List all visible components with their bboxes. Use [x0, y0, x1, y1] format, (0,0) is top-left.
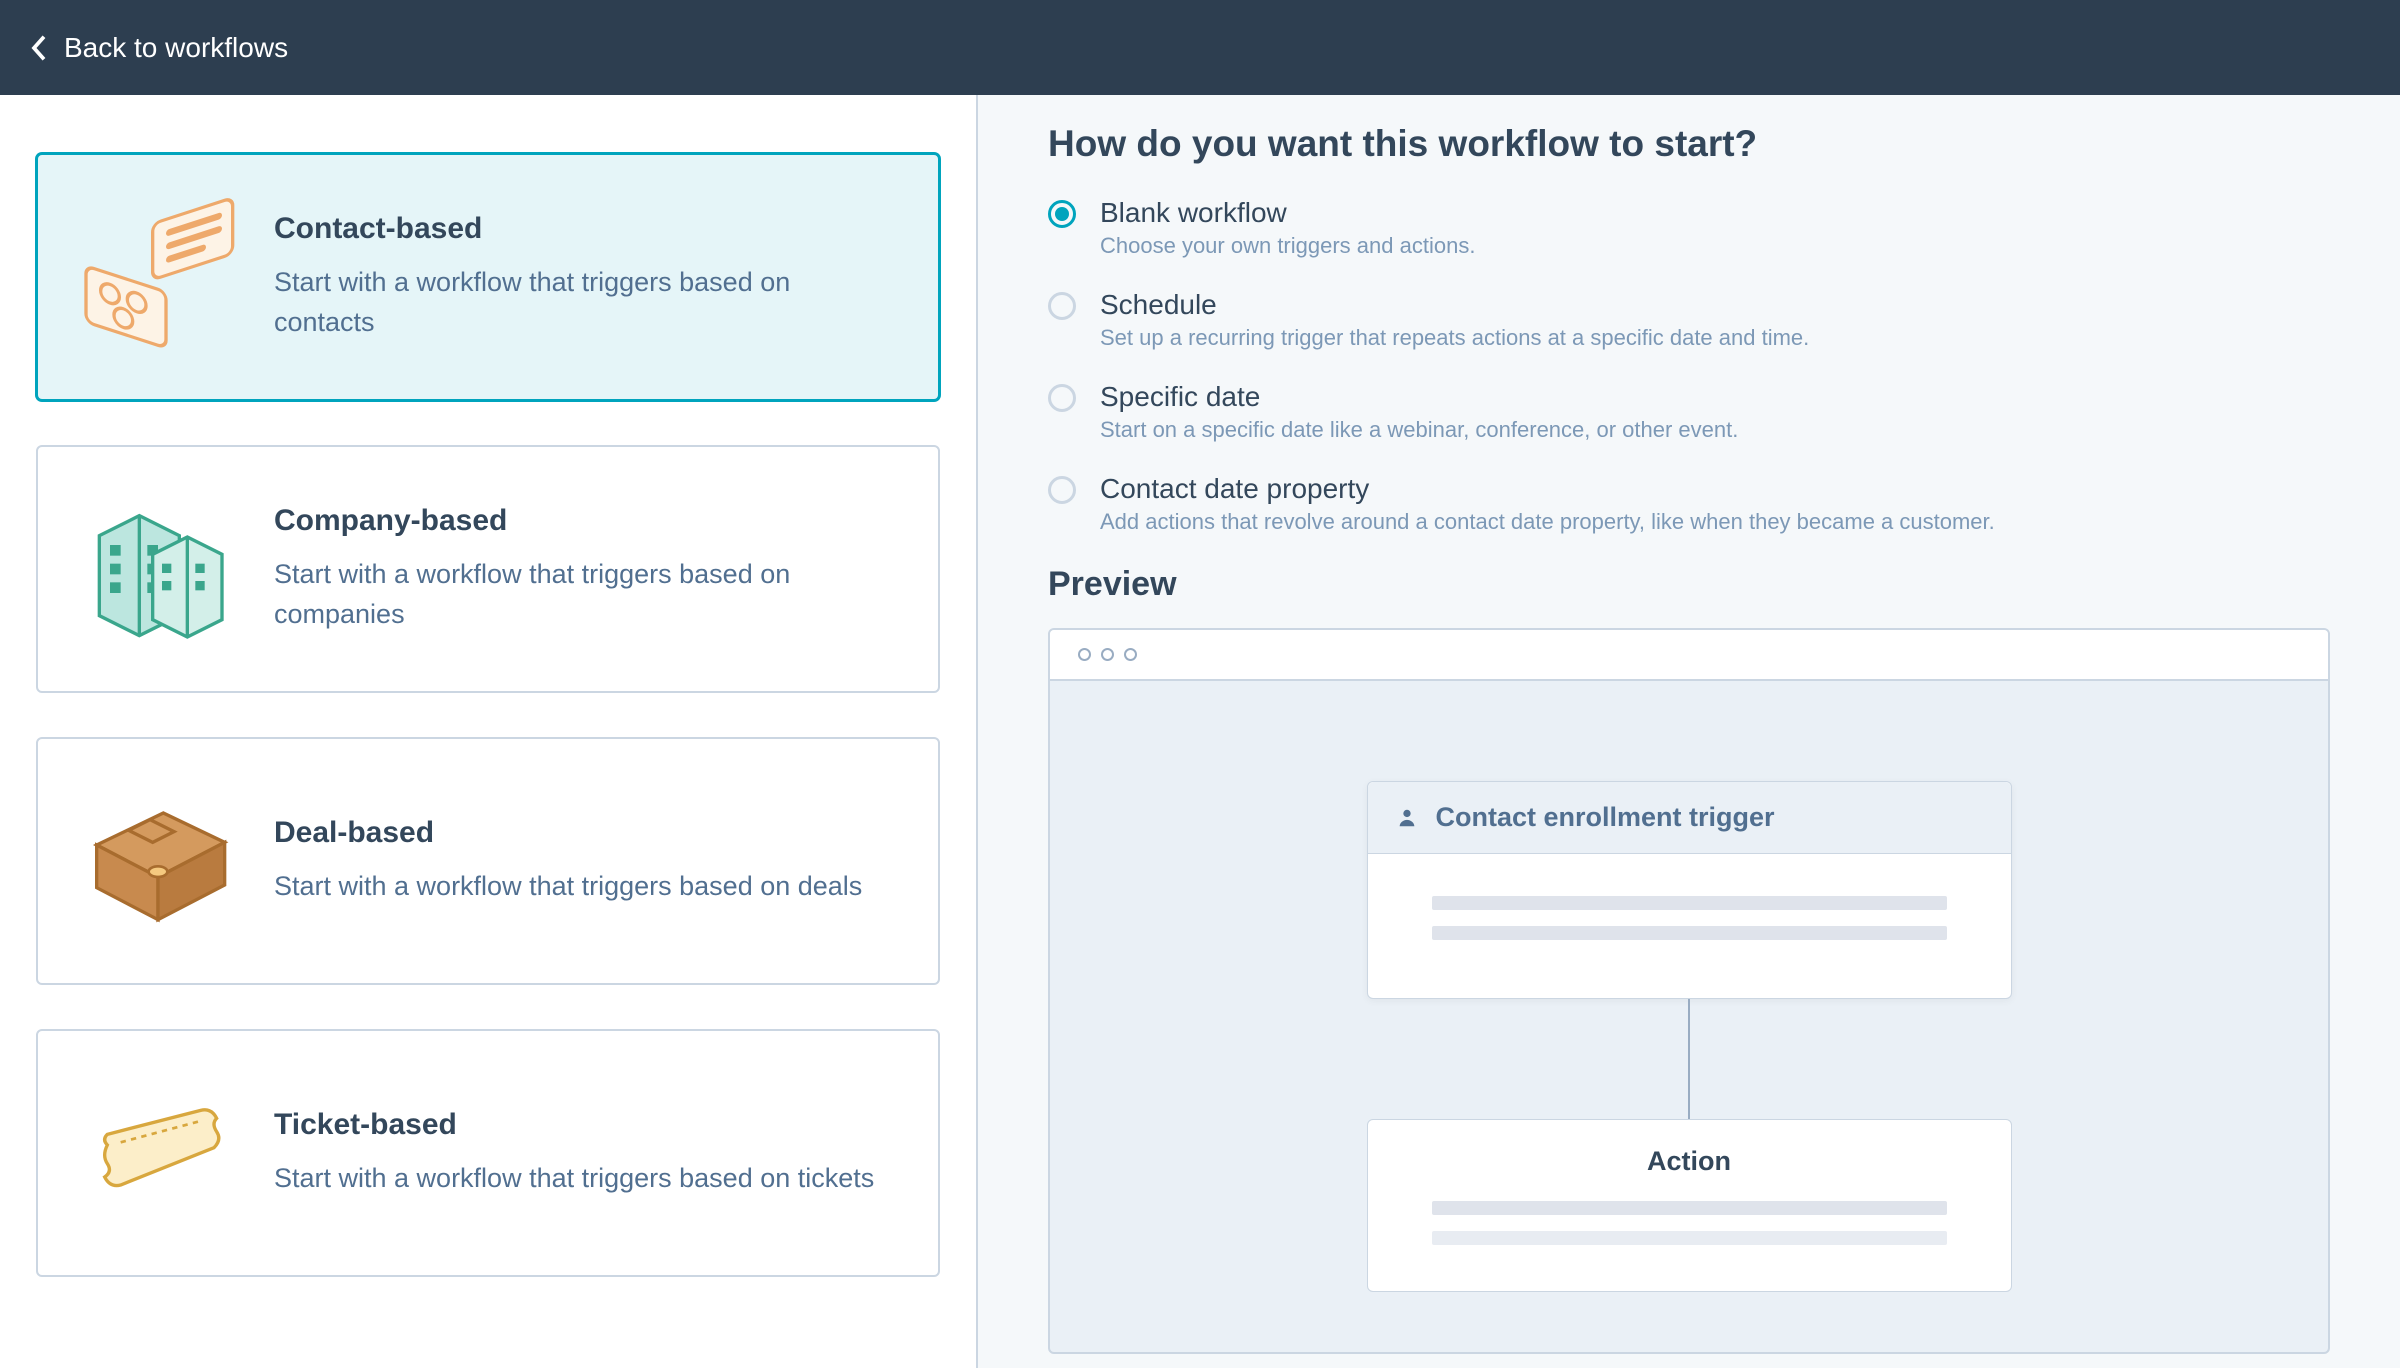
trigger-card-title: Contact enrollment trigger — [1436, 802, 1775, 833]
radio-description: Choose your own triggers and actions. — [1100, 233, 1475, 259]
top-header: Back to workflows — [0, 0, 2400, 95]
placeholder-line — [1432, 1231, 1947, 1245]
card-description: Start with a workflow that triggers base… — [274, 554, 898, 635]
card-text: Ticket-based Start with a workflow that … — [274, 1108, 874, 1199]
radio-description: Start on a specific date like a webinar,… — [1100, 417, 1738, 443]
radio-button[interactable] — [1048, 384, 1076, 412]
card-contact-based[interactable]: Contact-based Start with a workflow that… — [36, 153, 940, 401]
card-text: Company-based Start with a workflow that… — [274, 504, 898, 635]
trigger-card-body — [1368, 854, 2011, 998]
card-text: Contact-based Start with a workflow that… — [274, 212, 898, 343]
card-text: Deal-based Start with a workflow that tr… — [274, 816, 862, 907]
radio-description: Add actions that revolve around a contac… — [1100, 509, 1995, 535]
radio-option-contact-date[interactable]: Contact date property Add actions that r… — [1048, 473, 2330, 535]
connector-line-icon — [1688, 999, 1690, 1119]
placeholder-line — [1432, 896, 1947, 910]
action-card-title: Action — [1432, 1146, 1947, 1177]
ticket-icon — [78, 1073, 238, 1233]
card-description: Start with a workflow that triggers base… — [274, 262, 898, 343]
preview-canvas: Contact enrollment trigger Action — [1050, 681, 2328, 1352]
window-dot-icon — [1101, 648, 1114, 661]
radio-button[interactable] — [1048, 200, 1076, 228]
trigger-card: Contact enrollment trigger — [1367, 781, 2012, 999]
window-dot-icon — [1078, 648, 1091, 661]
action-card: Action — [1367, 1119, 2012, 1292]
radio-description: Set up a recurring trigger that repeats … — [1100, 325, 1809, 351]
right-panel-title: How do you want this workflow to start? — [1048, 123, 2330, 165]
radio-option-blank[interactable]: Blank workflow Choose your own triggers … — [1048, 197, 2330, 259]
trigger-card-header: Contact enrollment trigger — [1368, 782, 2011, 854]
chevron-left-icon — [28, 33, 50, 63]
start-options-panel: How do you want this workflow to start? … — [978, 95, 2400, 1368]
window-dot-icon — [1124, 648, 1137, 661]
preview-heading: Preview — [1048, 565, 2330, 604]
preview-frame: Contact enrollment trigger Action — [1048, 628, 2330, 1354]
radio-option-schedule[interactable]: Schedule Set up a recurring trigger that… — [1048, 289, 2330, 351]
placeholder-line — [1432, 926, 1947, 940]
radio-label: Schedule — [1100, 289, 1809, 321]
briefcase-icon — [78, 781, 238, 941]
radio-label: Blank workflow — [1100, 197, 1475, 229]
radio-button[interactable] — [1048, 292, 1076, 320]
card-title: Contact-based — [274, 212, 898, 246]
radio-option-specific-date[interactable]: Specific date Start on a specific date l… — [1048, 381, 2330, 443]
card-deal-based[interactable]: Deal-based Start with a workflow that tr… — [36, 737, 940, 985]
back-label: Back to workflows — [64, 32, 288, 64]
radio-label: Contact date property — [1100, 473, 1995, 505]
radio-button[interactable] — [1048, 476, 1076, 504]
basis-panel: Contact-based Start with a workflow that… — [0, 95, 978, 1368]
start-type-radio-group: Blank workflow Choose your own triggers … — [1048, 197, 2330, 535]
radio-label: Specific date — [1100, 381, 1738, 413]
card-title: Company-based — [274, 504, 898, 538]
preview-window-dots — [1050, 630, 2328, 681]
person-icon — [1396, 807, 1418, 829]
card-title: Ticket-based — [274, 1108, 874, 1142]
card-description: Start with a workflow that triggers base… — [274, 866, 862, 907]
back-to-workflows-button[interactable]: Back to workflows — [28, 32, 288, 64]
card-ticket-based[interactable]: Ticket-based Start with a workflow that … — [36, 1029, 940, 1277]
card-company-based[interactable]: Company-based Start with a workflow that… — [36, 445, 940, 693]
placeholder-line — [1432, 1201, 1947, 1215]
main-content: Contact-based Start with a workflow that… — [0, 95, 2400, 1368]
card-title: Deal-based — [274, 816, 862, 850]
card-description: Start with a workflow that triggers base… — [274, 1158, 874, 1199]
address-book-icon — [78, 197, 238, 357]
buildings-icon — [78, 489, 238, 649]
